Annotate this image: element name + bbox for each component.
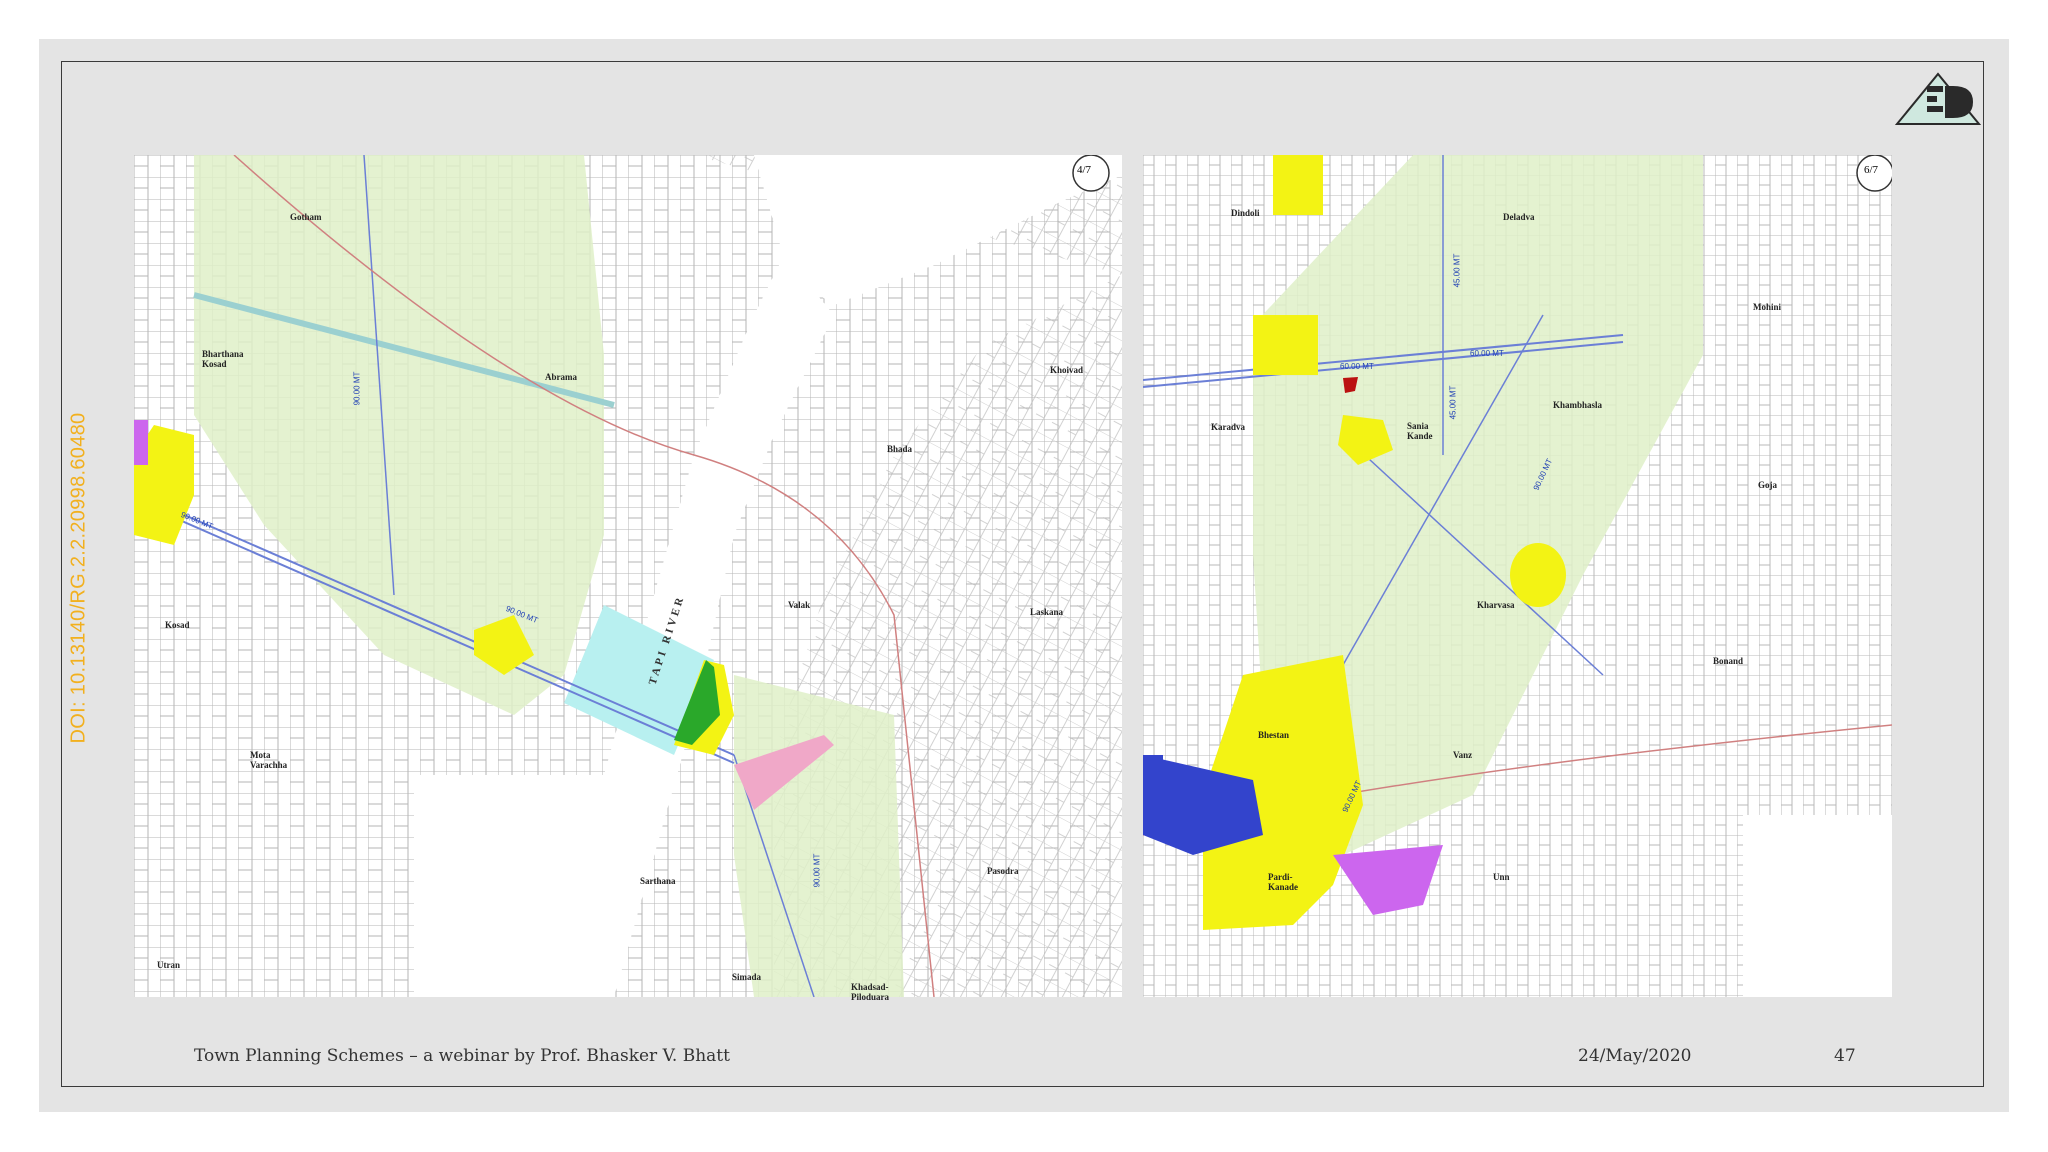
doi-label: DOI: 10.13140/RG.2.2.20998.60480 <box>67 412 90 744</box>
place-label: Khambhasla <box>1553 400 1603 410</box>
place-label: Bhada <box>887 444 913 454</box>
place-label: Karadva <box>1211 422 1246 432</box>
place-label: Bharthana Kosad <box>202 349 244 369</box>
north-arrow-icon: 4/7 <box>1077 164 1092 176</box>
place-label: Laskana <box>1030 607 1064 617</box>
place-label: Bonand <box>1713 656 1744 666</box>
place-label: Mota Varachha <box>250 750 288 770</box>
place-label: Goja <box>1758 480 1777 490</box>
road-width-label: 45.00 MT <box>1448 385 1458 420</box>
road-width-label: 60.00 MT <box>1340 362 1374 371</box>
right-town-planning-map <box>1143 155 1892 997</box>
road-width-label: 90.00 MT <box>352 371 362 406</box>
place-label: Kosad <box>165 620 190 630</box>
place-label: Abrama <box>545 372 577 382</box>
place-label: Khadsad-Piloduara <box>851 982 890 1002</box>
footer-date: 24/May/2020 <box>1578 1046 1692 1066</box>
place-label: Khoivad <box>1050 365 1084 375</box>
place-label: Kharvasa <box>1477 600 1515 610</box>
place-label: Sania Kande <box>1407 421 1433 441</box>
place-label: Valak <box>788 600 811 610</box>
road-width-label: 45.00 MT <box>1452 253 1462 288</box>
left-town-planning-map <box>134 155 1122 997</box>
place-label: Unn <box>1493 872 1510 882</box>
page-number: 47 <box>1834 1046 1856 1066</box>
place-label: Simada <box>732 972 762 982</box>
footer-title: Town Planning Schemes – a webinar by Pro… <box>194 1046 730 1066</box>
place-label: Mohini <box>1753 302 1782 312</box>
place-label: Dindoli <box>1231 208 1260 218</box>
place-label: Utran <box>157 960 180 970</box>
north-arrow-icon: 6/7 <box>1864 164 1879 176</box>
place-label: Pasodra <box>987 866 1019 876</box>
place-label: Deladva <box>1503 212 1535 222</box>
road-width-label: 90.00 MT <box>812 853 822 888</box>
place-label: Vanz <box>1453 750 1473 760</box>
place-label: Gotham <box>290 212 322 222</box>
place-label: Pardi-Kanade <box>1268 872 1299 892</box>
place-label: Sarthana <box>640 876 676 886</box>
logo-icon <box>1893 68 1983 128</box>
road-width-label: 60.00 MT <box>1470 349 1504 358</box>
place-label: Bhestan <box>1258 730 1290 740</box>
